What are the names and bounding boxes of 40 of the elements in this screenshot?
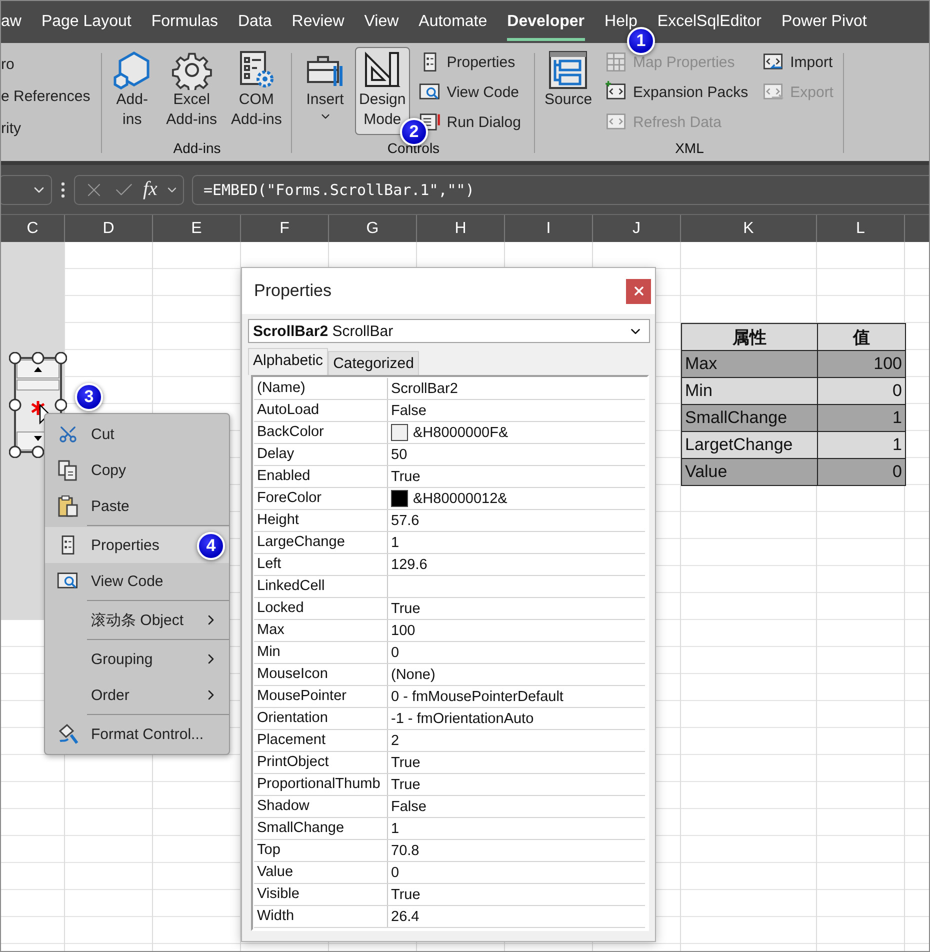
property-name: BackColor xyxy=(254,422,388,443)
property-name: Locked xyxy=(254,598,388,619)
property-name: ForeColor xyxy=(254,488,388,509)
table-cell: 1 xyxy=(818,432,906,458)
property-name: Max xyxy=(254,620,388,641)
group-label: XML xyxy=(675,139,704,158)
table-cell: 100 xyxy=(818,350,906,378)
table-header-cell: 属性 xyxy=(682,324,818,350)
property-name: Value xyxy=(254,862,388,883)
property-name: Height xyxy=(254,510,388,531)
property-name: LargeChange xyxy=(254,532,388,553)
property-name: SmallChange xyxy=(254,818,388,839)
table-cell: LargetChange xyxy=(682,432,818,458)
property-name: Left xyxy=(254,554,388,575)
table-cell: Max xyxy=(682,350,818,378)
property-name: Top xyxy=(254,840,388,861)
property-name: Enabled xyxy=(254,466,388,487)
table-cell: Value xyxy=(682,458,818,486)
property-name: Width xyxy=(254,906,388,927)
table-cell: Min xyxy=(682,378,818,404)
property-name: (Name) xyxy=(254,378,388,399)
property-name: ProportionalThumb xyxy=(254,774,388,795)
property-name: Min xyxy=(254,642,388,663)
group-label: Add-ins xyxy=(173,139,221,158)
property-name: MouseIcon xyxy=(254,664,388,685)
table-cell: 1 xyxy=(818,404,906,432)
property-name: Delay xyxy=(254,444,388,465)
property-name: Shadow xyxy=(254,796,388,817)
table-header-cell: 值 xyxy=(818,324,906,350)
table-cell: 0 xyxy=(818,378,906,404)
property-name: AutoLoad xyxy=(254,400,388,421)
dialog-title: Properties xyxy=(254,281,332,301)
property-name: LinkedCell xyxy=(254,576,388,597)
property-name: PrintObject xyxy=(254,752,388,773)
property-name: Visible xyxy=(254,884,388,905)
property-name: Orientation xyxy=(254,708,388,729)
property-name: Placement xyxy=(254,730,388,751)
property-name: MousePointer xyxy=(254,686,388,707)
table-cell: 0 xyxy=(818,458,906,486)
table-cell: SmallChange xyxy=(682,404,818,432)
